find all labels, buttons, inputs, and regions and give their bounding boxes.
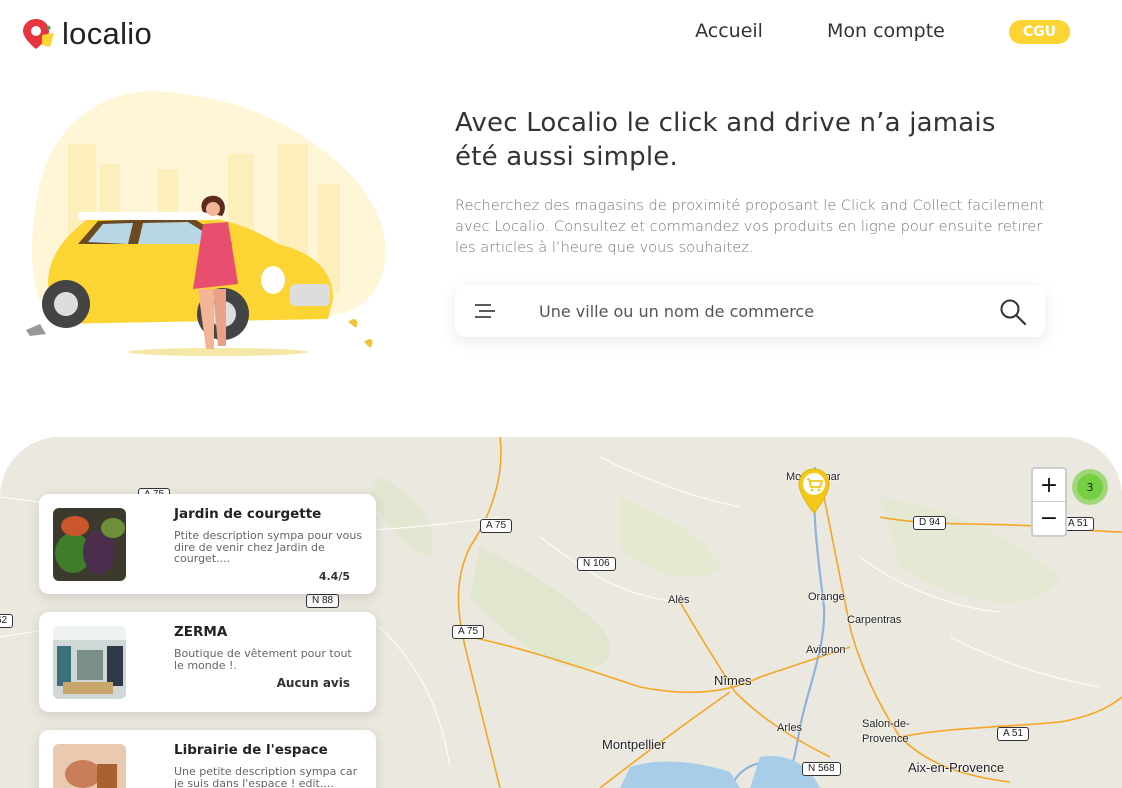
city-label: Arles (777, 722, 803, 734)
shop-name: ZERMA (174, 624, 228, 640)
shop-name: Librairie de l'espace (174, 742, 328, 758)
hero-description: Recherchez des magasins de proximité pro… (455, 197, 1045, 256)
shop-description: Ptite description sympa pour vous dire d… (174, 529, 363, 565)
search-input[interactable] (539, 285, 979, 337)
road-label: A 75 (452, 625, 485, 639)
city-label: Carpentras (847, 614, 902, 626)
hero-illustration (26, 90, 386, 356)
logo-pin-icon (23, 19, 54, 49)
hero-title-line2: été aussi simple. (455, 142, 678, 172)
shop-image (53, 508, 126, 581)
nav-accueil[interactable]: Accueil (695, 20, 763, 42)
zoom-in-button[interactable]: + (1033, 469, 1065, 502)
zoom-control: + − (1031, 467, 1067, 537)
hero-title: Avec Localio le click and drive n’a jama… (455, 106, 1035, 174)
logo[interactable]: localio (22, 16, 152, 52)
hero-title-line1: Avec Localio le click and drive n’a jama… (455, 108, 996, 138)
shop-image (53, 744, 126, 788)
city-label: Montpellier (602, 737, 666, 752)
shop-image (53, 626, 126, 699)
city-label: Salon-de-Provence (862, 718, 910, 745)
city-label: Orange (808, 591, 845, 603)
road-label: N 106 (577, 557, 616, 571)
main-nav: Accueil Mon compte CGU (695, 18, 1070, 44)
shop-name: Jardin de courgette (174, 506, 322, 522)
shop-rating: Aucun avis (276, 676, 350, 690)
nav-cgu[interactable]: CGU (1008, 20, 1070, 44)
road-label: N 568 (802, 762, 841, 776)
marker-cluster[interactable]: 3 (1072, 469, 1108, 505)
shop-card[interactable]: Jardin de courgette Ptite description sy… (39, 494, 376, 594)
city-label: Nîmes (714, 673, 752, 688)
road-label: A 75 (480, 519, 513, 533)
zoom-out-button[interactable]: − (1033, 502, 1065, 535)
shop-card[interactable]: ZERMA Boutique de vêtement pour tout le … (39, 612, 376, 712)
road-label: N 88 (306, 594, 340, 608)
shop-description: Une petite description sympa car je suis… (174, 765, 358, 788)
city-label: Aix-en-Provence (908, 760, 1005, 775)
shop-description: Boutique de vêtement pour tout le monde … (174, 647, 352, 672)
road-label: A 51 (997, 727, 1030, 741)
search-bar (455, 285, 1045, 337)
city-label: Avignon (806, 644, 846, 656)
shop-rating: 4.4/5 (318, 570, 350, 583)
map[interactable]: A 75 A 75 A 75 N 106 N 88 D 94 A 51 A 51… (0, 437, 1122, 788)
shop-marker-icon[interactable] (797, 467, 831, 515)
search-icon[interactable] (999, 298, 1027, 326)
logo-text: localio (62, 16, 152, 51)
city-label: Alès (668, 594, 690, 606)
road-label: 62 (0, 614, 14, 628)
filter-icon[interactable] (475, 302, 497, 320)
road-label: D 94 (913, 516, 947, 530)
cluster-count: 3 (1077, 474, 1103, 500)
shop-card[interactable]: Librairie de l'espace Une petite descrip… (39, 730, 376, 788)
nav-mon-compte[interactable]: Mon compte (827, 20, 945, 42)
